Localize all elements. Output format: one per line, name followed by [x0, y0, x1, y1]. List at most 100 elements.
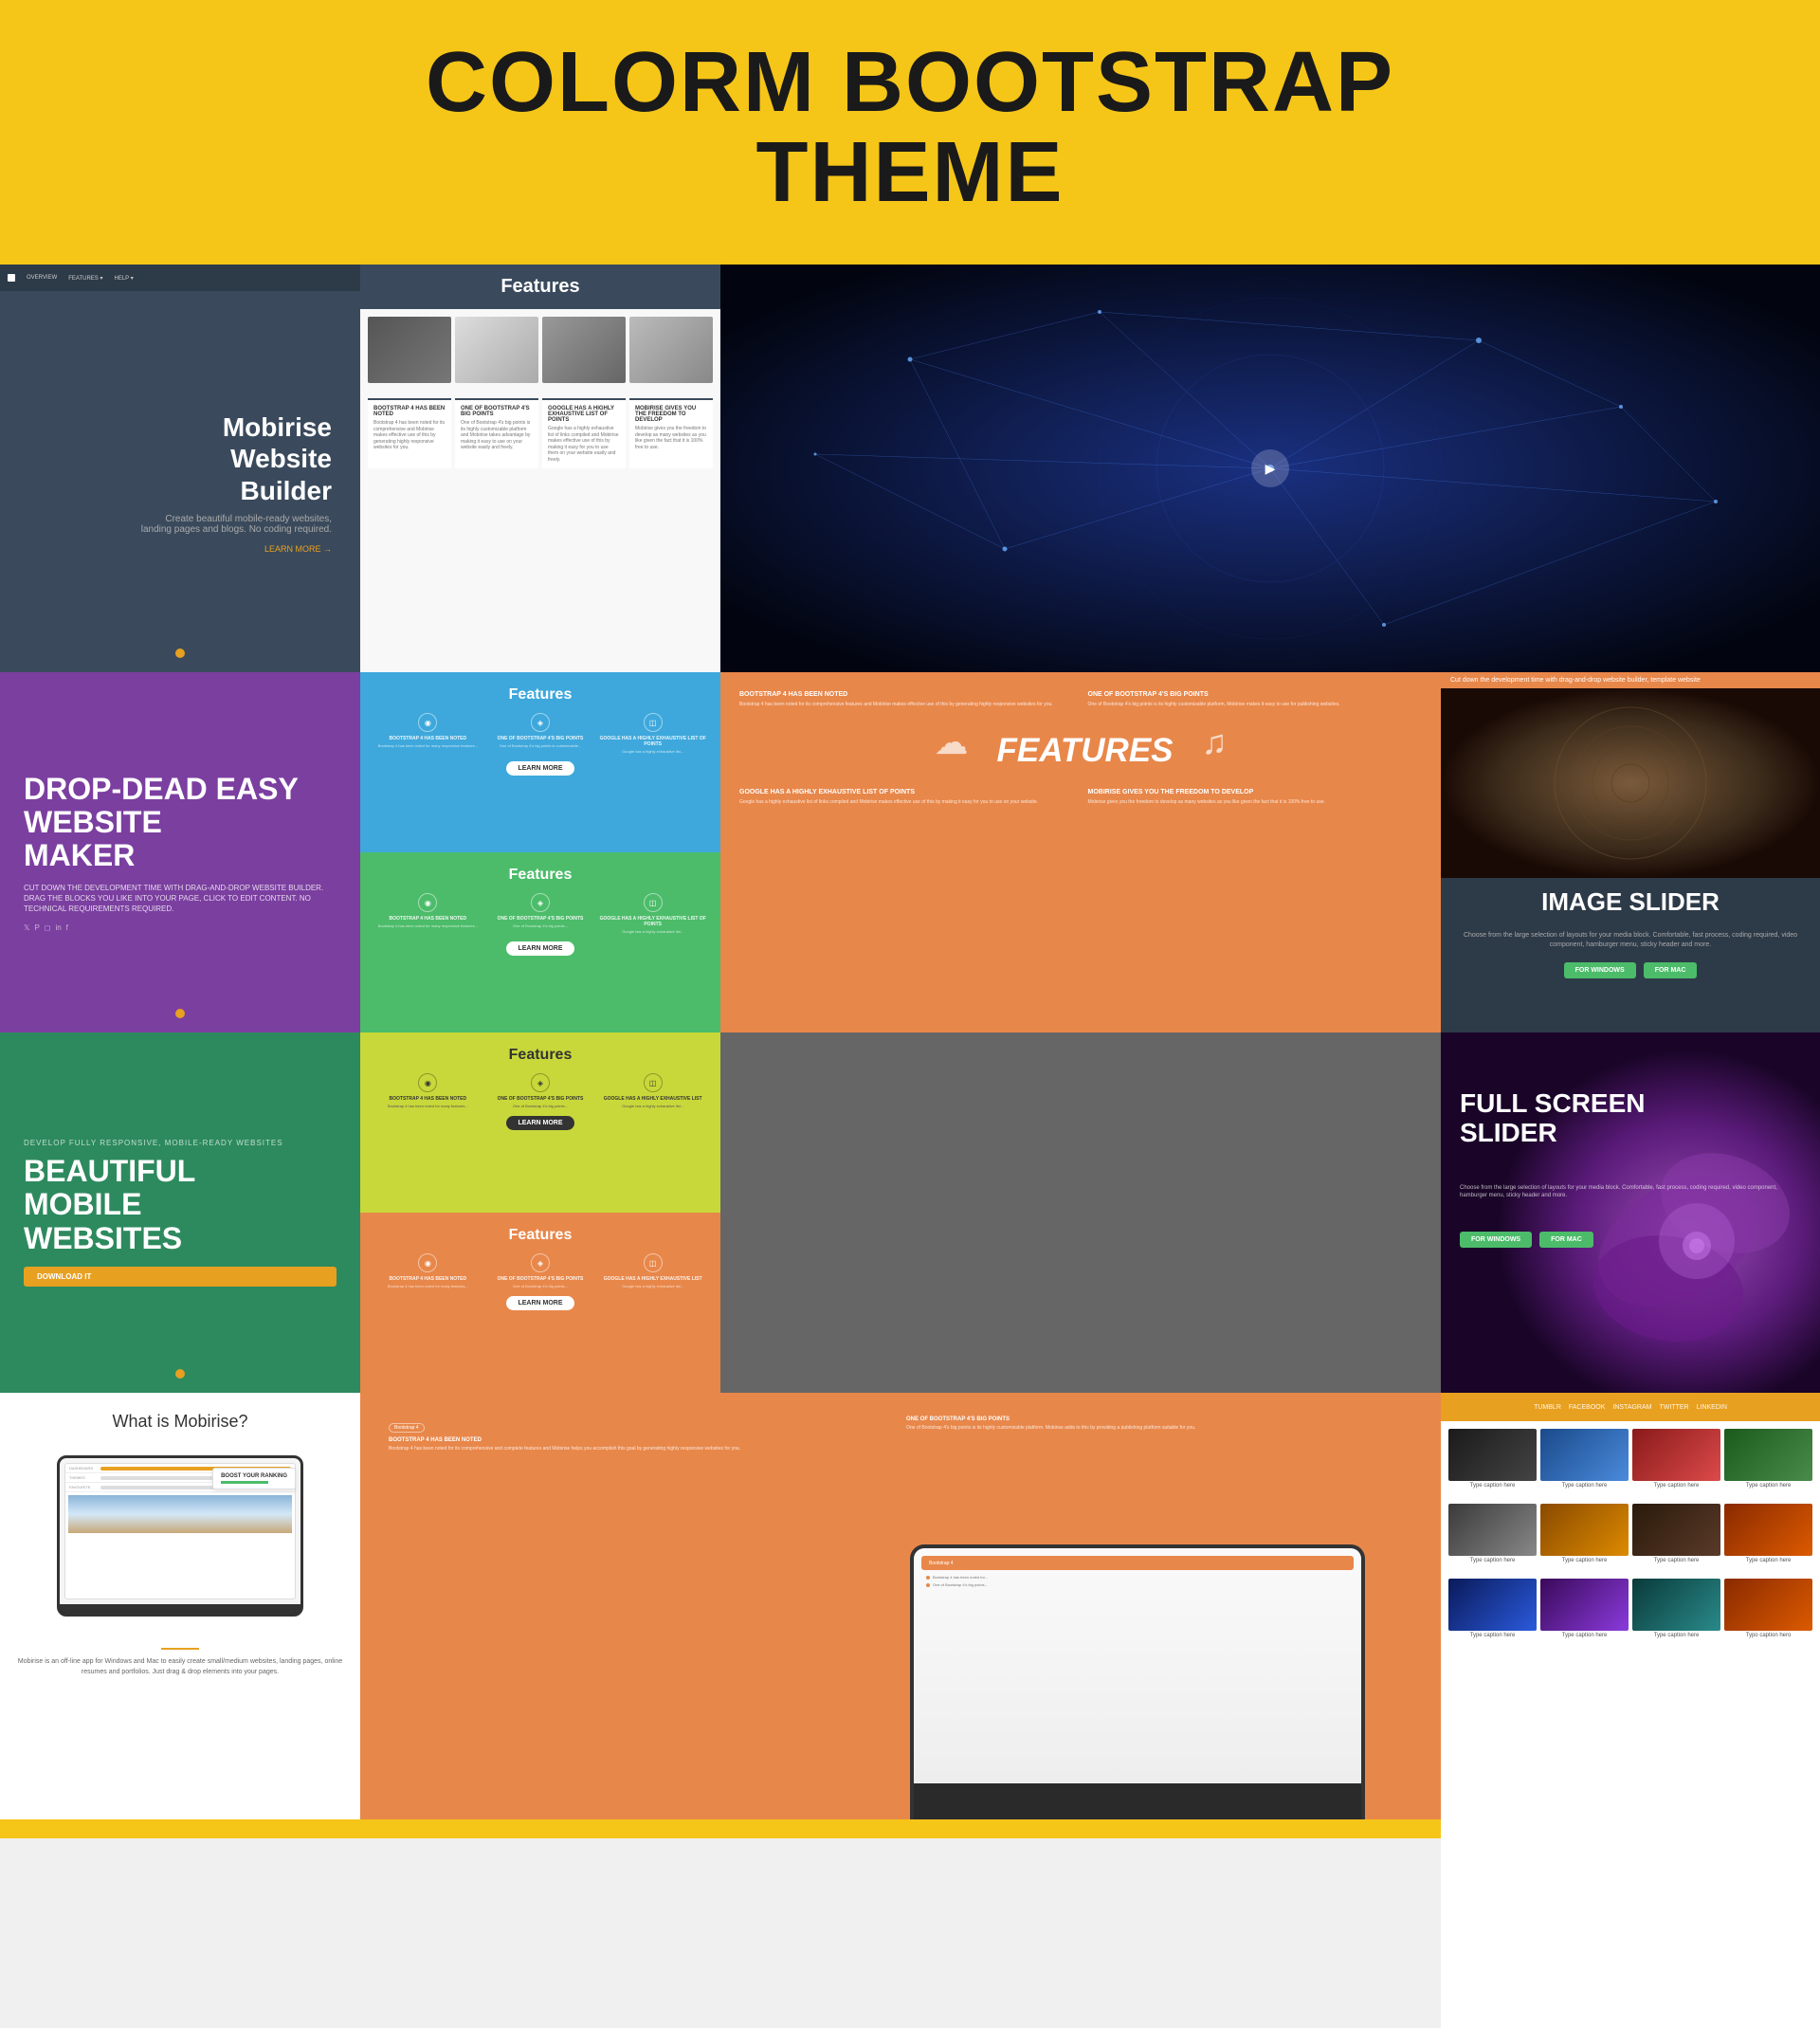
screen-row-1: Bootstrap 4 has been noted for...: [926, 1575, 1349, 1580]
features-blue-cols: ◉ BOOTSTRAP 4 HAS BEEN NOTED Bootstrap 4…: [374, 713, 706, 754]
nav-logo: [8, 274, 15, 282]
orange-row-2: GOOGLE HAS A HIGHLY EXHAUSTIVE LIST OF P…: [739, 789, 1422, 806]
orange-col-1-text: Bootstrap 4 has been noted for its compr…: [739, 702, 1074, 708]
screen-dot-2: [926, 1583, 930, 1587]
orange-col-2-title: ONE OF BOOTSTRAP 4'S BIG POINTS: [1088, 691, 1423, 698]
feat-orange2-col-3-title: GOOGLE HAS A HIGHLY EXHAUSTIVE LIST: [599, 1276, 706, 1282]
mockup-base: [60, 1604, 300, 1614]
laptop-screen-content: Bootstrap 4 has been noted for... One of…: [921, 1570, 1354, 1595]
gallery-caption-11: Type caption here: [1632, 1633, 1720, 1638]
gallery-item-7: Type caption here: [1632, 1504, 1720, 1563]
learn-more-orange2-btn[interactable]: LEARN MORE: [506, 1296, 573, 1310]
gallery-row-3: Type caption here Type caption here Type…: [1441, 1571, 1820, 1646]
feat-orange2-icon-3: ◫: [644, 1253, 663, 1272]
gallery-nav-item-5: LINKEDIN: [1697, 1404, 1727, 1411]
orange-dot-1: [175, 649, 185, 658]
twitter-icon: 𝕏: [24, 923, 29, 932]
gallery-caption-1: Type caption here: [1448, 1483, 1537, 1489]
feat-card-1-title: BOOTSTRAP 4 HAS BEEN NOTED: [373, 406, 446, 417]
gallery-img-1: [1448, 1429, 1537, 1481]
feat-card-3-title: GOOGLE HAS A HIGHLY EXHAUSTIVE LIST OF P…: [548, 406, 620, 423]
features-yellow-preview: Features ◉ BOOTSTRAP 4 HAS BEEN NOTED Bo…: [360, 1032, 720, 1213]
gallery-img-5: [1448, 1504, 1537, 1556]
gallery-item-12: Typo caption hero: [1724, 1579, 1812, 1638]
orange-icon-1: ☁: [934, 722, 968, 779]
mockup-bridge-img: [68, 1495, 292, 1533]
feat-card-1-text: Bootstrap 4 has been noted for its compr…: [373, 420, 446, 451]
beautiful-mobile-preview: DEVELOP FULLY RESPONSIVE, MOBILE-READY W…: [0, 1032, 360, 1393]
gallery-caption-12: Typo caption hero: [1724, 1633, 1812, 1638]
gallery-img-10: [1540, 1579, 1629, 1631]
gallery-header: TUMBLR FACEBOOK INSTAGRAM TWITTER LINKED…: [1441, 1393, 1820, 1421]
features-yellow-cols: ◉ BOOTSTRAP 4 HAS BEEN NOTED Bootstrap 4…: [374, 1073, 706, 1108]
gallery-img-11: [1632, 1579, 1720, 1631]
features-green-preview: Features ◉ BOOTSTRAP 4 HAS BEEN NOTED Bo…: [360, 852, 720, 1032]
orange-laptop-content: Bootstrap 4 BOOTSTRAP 4 HAS BEEN NOTED B…: [360, 1393, 1441, 1490]
what-divider: [161, 1648, 199, 1650]
feat-yellow-icon-2: ◈: [531, 1073, 550, 1092]
features-blue-title: Features: [374, 686, 706, 703]
orange-col-3-text: Google has a highly exhaustive list of l…: [739, 799, 1074, 806]
learn-more-yellow-btn[interactable]: LEARN MORE: [506, 1116, 573, 1130]
slider-mac-btn[interactable]: FOR MAC: [1644, 962, 1698, 978]
feat-blue-col-3-title: GOOGLE HAS A HIGHLY EXHAUSTIVE LIST OF P…: [599, 736, 706, 747]
network-visual: ▶: [720, 265, 1820, 672]
features-orange2-cols: ◉ BOOTSTRAP 4 HAS BEEN NOTED Bootstrap 4…: [374, 1253, 706, 1288]
feat-blue-col-3: ◫ GOOGLE HAS A HIGHLY EXHAUSTIVE LIST OF…: [599, 713, 706, 754]
gallery-img-2: [1540, 1429, 1629, 1481]
nav-item-overview: OVERVIEW: [27, 275, 57, 281]
gallery-img-4: [1724, 1429, 1812, 1481]
fullscreen-sub: Choose from the large selection of layou…: [1441, 1184, 1820, 1200]
gallery-item-5: Type caption here: [1448, 1504, 1537, 1563]
gallery-img-3: [1632, 1429, 1720, 1481]
learn-more-blue-btn[interactable]: LEARN MORE: [506, 761, 573, 776]
gallery-caption-3: Type caption here: [1632, 1483, 1720, 1489]
beautiful-title: BEAUTIFULMOBILEWEBSITES: [24, 1155, 337, 1255]
feat-img-1: [368, 317, 451, 383]
facebook-icon: f: [66, 923, 68, 932]
slider-notification: Cut down the development time with drag-…: [1441, 672, 1820, 688]
fullscreen-mac-btn[interactable]: FOR MAC: [1539, 1232, 1593, 1248]
orange-dot-2: [175, 1009, 185, 1018]
orange-col-3-title: GOOGLE HAS A HIGHLY EXHAUSTIVE LIST OF P…: [739, 789, 1074, 795]
gallery-caption-6: Type caption here: [1540, 1558, 1629, 1563]
gallery-caption-5: Type caption here: [1448, 1558, 1537, 1563]
feat-blue-col-2-title: ONE OF BOOTSTRAP 4'S BIG POINTS: [487, 736, 594, 741]
gallery-item-9: Type caption here: [1448, 1579, 1537, 1638]
fullscreen-windows-btn[interactable]: FOR WINDOWS: [1460, 1232, 1532, 1248]
play-button[interactable]: ▶: [1251, 449, 1289, 487]
features-orange2-title: Features: [374, 1227, 706, 1244]
fullscreen-slider-preview: FULL SCREEN SLIDER Choose from the large…: [1441, 1032, 1820, 1393]
nav-item-help: HELP ▾: [114, 275, 133, 282]
feat-green-col-1-text: Bootstrap 4 has been noted for many resp…: [374, 923, 482, 928]
feat-green-col-3-title: GOOGLE HAS A HIGHLY EXHAUSTIVE LIST OF P…: [599, 916, 706, 927]
orange-laptop-preview: Bootstrap 4 BOOTSTRAP 4 HAS BEEN NOTED B…: [360, 1393, 1441, 1819]
slider-windows-btn[interactable]: FOR WINDOWS: [1564, 962, 1636, 978]
feat-green-icon-1: ◉: [418, 893, 437, 912]
mockup-label-2: THEMES: [69, 1475, 98, 1480]
mobirise-nav: OVERVIEW FEATURES ▾ HELP ▾: [0, 265, 360, 291]
what-para: Mobirise is an off-line app for Windows …: [14, 1657, 346, 1677]
feat-blue-col-2-text: One of Bootstrap 4's big points is custo…: [487, 743, 594, 748]
feat-orange2-col-1: ◉ BOOTSTRAP 4 HAS BEEN NOTED Bootstrap 4…: [374, 1253, 482, 1288]
feat-green-col-2-title: ONE OF BOOTSTRAP 4'S BIG POINTS: [487, 916, 594, 922]
space-network-preview: ▶: [720, 265, 1820, 672]
screenshot-grid: OVERVIEW FEATURES ▾ HELP ▾ Mobirise Webs…: [0, 265, 1820, 1819]
gallery-caption-10: Type caption here: [1540, 1633, 1629, 1638]
gallery-img-7: [1632, 1504, 1720, 1556]
bootstrap4-badge: Bootstrap 4: [389, 1423, 425, 1433]
feat-yellow-col-1-text: Bootstrap 4 has been noted for many feat…: [374, 1104, 482, 1108]
laptop-mockup: DASHBOARD THEMES FAVOURITE: [57, 1455, 303, 1617]
download-btn[interactable]: DOWNLOAD IT: [24, 1267, 337, 1287]
orange-col-4: MOBIRISE GIVES YOU THE FREEDOM TO DEVELO…: [1088, 789, 1423, 806]
orange-col-4-text: Mobirise gives you the freedom to develo…: [1088, 799, 1423, 806]
learn-more-green-btn[interactable]: LEARN MORE: [506, 941, 573, 956]
gallery-item-1: Type caption here: [1448, 1429, 1537, 1489]
boost-bar: [221, 1481, 268, 1484]
what-mockup-area: DASHBOARD THEMES FAVOURITE: [0, 1446, 360, 1626]
photo-gallery-preview: TUMBLR FACEBOOK INSTAGRAM TWITTER LINKED…: [1441, 1393, 1820, 2028]
features-top-title: Features: [500, 276, 579, 297]
feat-card-4-title: MOBIRISE GIVES YOU THE FREEDOM TO DEVELO…: [635, 406, 707, 423]
feat-card-4: MOBIRISE GIVES YOU THE FREEDOM TO DEVELO…: [629, 398, 713, 468]
orange-col-3: GOOGLE HAS A HIGHLY EXHAUSTIVE LIST OF P…: [739, 789, 1074, 806]
